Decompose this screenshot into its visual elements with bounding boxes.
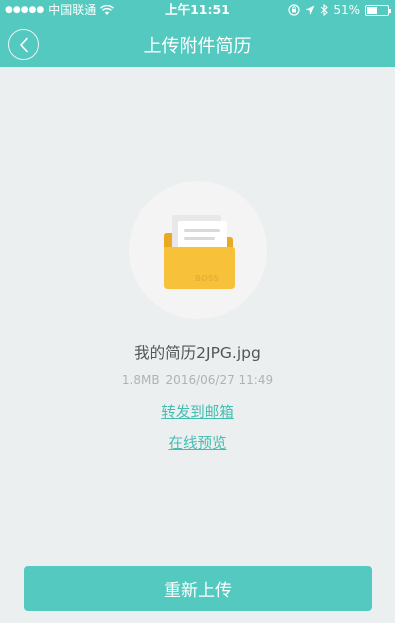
folder-document-icon: BOSS	[164, 215, 235, 289]
status-bar: ●●●●● 中国联通 上午11:51 51%	[0, 0, 395, 20]
status-right: 51%	[288, 0, 391, 20]
file-date: 2016/06/27 11:49	[165, 373, 274, 387]
header: ●●●●● 中国联通 上午11:51 51% 上传附件简历	[0, 0, 395, 67]
preview-online-link[interactable]: 在线预览	[0, 432, 395, 453]
battery-percent: 51%	[333, 3, 360, 17]
reupload-button[interactable]: 重新上传	[24, 566, 372, 611]
battery-fill	[367, 6, 377, 14]
file-name: 我的简历2JPG.jpg	[134, 344, 261, 362]
location-arrow-icon	[305, 5, 315, 15]
lock-rotation-icon	[288, 4, 300, 16]
forward-to-email-link[interactable]: 转发到邮箱	[0, 401, 395, 422]
nav-bar: 上传附件简历	[0, 20, 395, 67]
svg-text:BOSS: BOSS	[195, 274, 219, 283]
file-icon-circle: BOSS	[129, 181, 267, 319]
file-size: 1.8MB	[121, 373, 160, 387]
bluetooth-icon	[320, 4, 329, 16]
page-title: 上传附件简历	[143, 36, 252, 57]
battery-icon	[365, 4, 391, 16]
file-meta: 1.8MB 2016/06/27 11:49	[0, 373, 395, 387]
